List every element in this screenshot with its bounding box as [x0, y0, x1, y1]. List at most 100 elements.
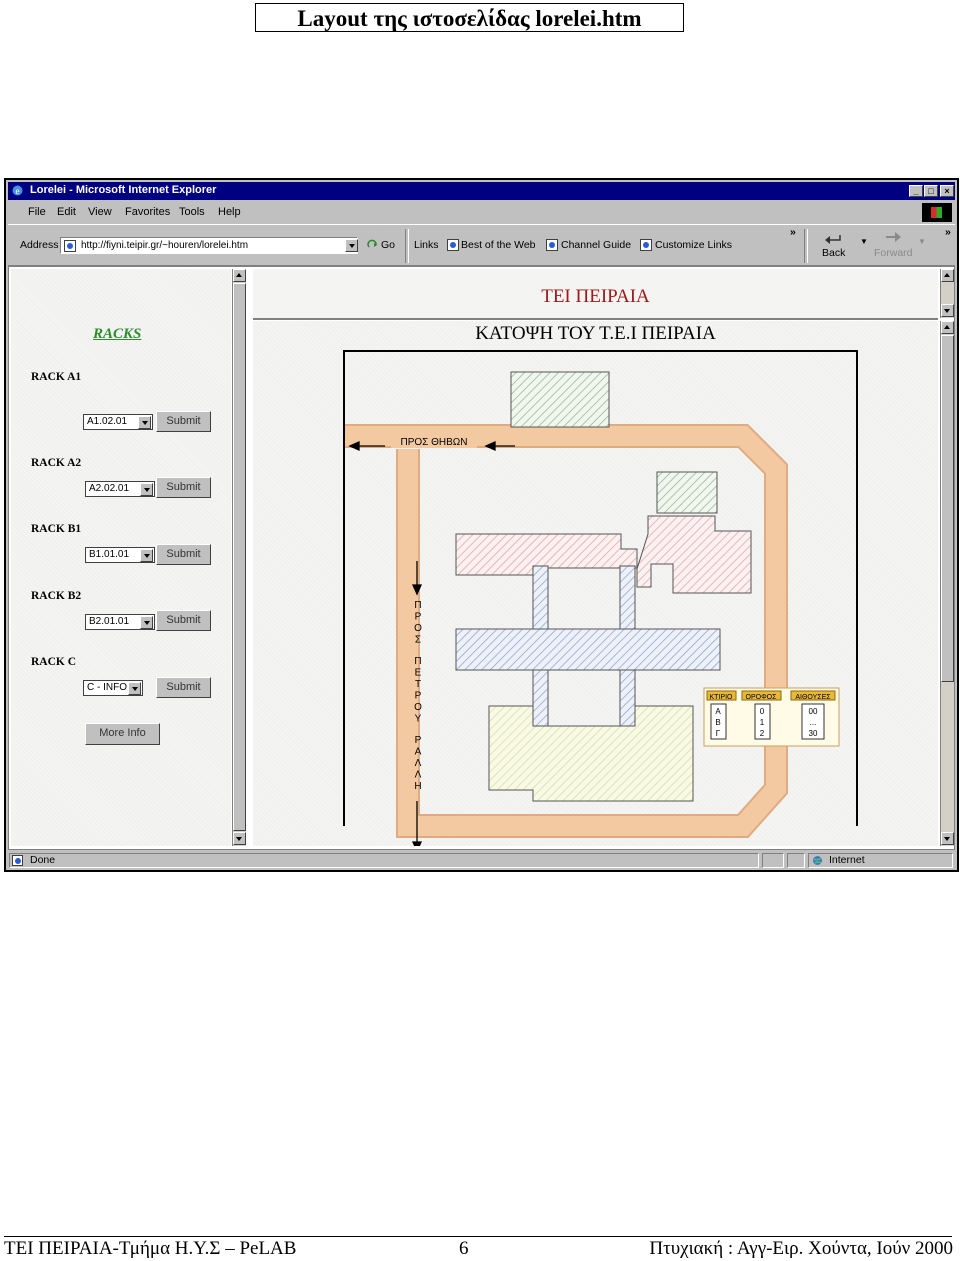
legend-value: ...	[810, 718, 817, 727]
road-label-letter: Υ	[415, 714, 422, 725]
forward-arrow-icon	[886, 232, 901, 242]
status-cell	[762, 853, 784, 868]
banner-scrollbar[interactable]	[940, 269, 954, 318]
scroll-thumb[interactable]	[233, 283, 246, 831]
legend-value: 30	[809, 729, 818, 738]
legend-header-rooms: ΑΙΘΟΥΣΕΣ	[795, 694, 831, 701]
link-best-of-web[interactable]: Best of the Web	[461, 239, 536, 251]
minimize-button[interactable]: _	[909, 185, 923, 197]
scroll-down-icon[interactable]	[233, 832, 246, 845]
link-page-icon	[546, 239, 558, 251]
status-cell	[787, 853, 805, 868]
back-button[interactable]: Back	[822, 247, 845, 259]
rack-b2-select[interactable]: B2.01.01	[85, 614, 155, 630]
road-label-letter: Σ	[415, 635, 421, 646]
road-label-letter: Τ	[415, 679, 421, 690]
ie-logo-icon: e	[12, 185, 23, 196]
menu-help[interactable]: Help	[218, 206, 241, 218]
rack-c-value: C - INFO	[87, 682, 127, 693]
title-bar[interactable]: e Lorelei - Microsoft Internet Explorer …	[8, 182, 955, 200]
map-frame-scrollbar[interactable]	[940, 321, 954, 846]
scroll-up-icon[interactable]	[941, 321, 954, 334]
address-input[interactable]: http://fiyni.teipir.gr/~houren/lorelei.h…	[60, 237, 358, 254]
status-bar: Done Internet	[8, 852, 955, 869]
menu-tools[interactable]: Tools	[179, 206, 205, 218]
chevron-down-icon	[138, 416, 151, 429]
address-toolbar: Address http://fiyni.teipir.gr/~houren/l…	[8, 224, 955, 266]
footer-left: ΤΕΙ ΠΕΙΡΑΙΑ-Τμήμα Η.Υ.Σ – PeLAB	[4, 1238, 297, 1259]
forward-dropdown-icon: ▼	[918, 237, 926, 246]
map-frame: ΚΑΤΟΨΗ ΤΟΥ Τ.Ε.Ι ΠΕΙΡΑΙΑ ΠΡΟΣ ΘΗΒΩΝ Π Ρ …	[253, 321, 938, 846]
rack-a1-value: A1.02.01	[87, 416, 128, 427]
menu-file[interactable]: File	[28, 206, 46, 218]
rack-a2-select[interactable]: A2.02.01	[85, 481, 155, 497]
legend-value: Β	[715, 718, 720, 727]
legend-value: Γ	[716, 729, 721, 738]
scroll-up-icon[interactable]	[233, 269, 246, 282]
windows-logo-icon	[922, 203, 952, 222]
road-label-letter: Ο	[414, 623, 422, 634]
chevron-down-icon	[140, 616, 153, 629]
scroll-thumb[interactable]	[941, 335, 954, 682]
address-value: http://fiyni.teipir.gr/~houren/lorelei.h…	[81, 240, 249, 251]
chevron-down-icon	[128, 682, 141, 695]
status-text-cell: Done	[9, 853, 759, 868]
page-icon	[12, 855, 23, 866]
link-channel-guide[interactable]: Channel Guide	[561, 239, 631, 251]
building-yellow	[488, 705, 694, 802]
road-label-letter: Ρ	[415, 612, 422, 623]
footer-right: Πτυχιακή : Αγγ-Ειρ. Χούντα, Ιούν 2000	[649, 1238, 953, 1259]
rack-b2-value: B2.01.01	[89, 616, 130, 627]
rack-c-submit-button[interactable]: Submit	[156, 677, 211, 698]
menu-view[interactable]: View	[88, 206, 112, 218]
left-frame-scrollbar[interactable]	[232, 269, 246, 846]
forward-button: Forward	[874, 247, 913, 259]
rack-a1-select[interactable]: A1.02.01	[83, 414, 153, 430]
rack-b1-label: RACK B1	[31, 523, 82, 535]
building-red	[636, 515, 752, 594]
campus-map: ΠΡΟΣ ΘΗΒΩΝ ΠΡΟΣΠΕΤΡΟΥΡΑΛΛΗ ΚΤΙΡΙΟ ΟΡΟΦΟΣ…	[343, 350, 858, 846]
rack-a2-submit-button[interactable]: Submit	[156, 477, 211, 498]
browser-window: e Lorelei - Microsoft Internet Explorer …	[4, 178, 959, 872]
road-label-letter: Α	[415, 747, 422, 758]
toolbar-chevron[interactable]: »	[945, 226, 951, 238]
rack-b1-value: B1.01.01	[89, 549, 130, 560]
go-button[interactable]: Go	[381, 239, 395, 251]
maximize-button[interactable]: □	[924, 185, 938, 197]
toolbar-separator	[405, 229, 409, 263]
rack-b1-select[interactable]: B1.01.01	[85, 547, 155, 563]
road-label-thebes: ΠΡΟΣ ΘΗΒΩΝ	[401, 437, 468, 448]
rack-a2-label: RACK A2	[31, 457, 82, 469]
page-icon	[64, 240, 76, 252]
page-number: 6	[459, 1238, 469, 1259]
menu-bar: File Edit View Favorites Tools Help	[8, 202, 955, 222]
rack-b2-submit-button[interactable]: Submit	[156, 610, 211, 631]
address-dropdown-button[interactable]	[345, 239, 358, 252]
tei-title: ΤΕΙ ΠΕΙΡΑΙΑ	[541, 286, 650, 307]
menu-edit[interactable]: Edit	[57, 206, 76, 218]
close-button[interactable]: ×	[940, 185, 954, 197]
document-title: Layout της ιστοσελίδας lorelei.htm	[255, 3, 684, 32]
rack-c-select[interactable]: C - INFO	[83, 680, 143, 696]
links-chevron[interactable]: »	[790, 226, 796, 238]
rack-a1-submit-button[interactable]: Submit	[156, 411, 211, 432]
back-dropdown-icon[interactable]: ▼	[860, 237, 868, 246]
more-info-button[interactable]: More Info	[85, 723, 160, 745]
racks-heading: RACKS	[93, 326, 142, 342]
chevron-down-icon	[140, 483, 153, 496]
building-green	[510, 371, 610, 428]
go-arrow-icon[interactable]	[367, 239, 379, 251]
footer-rule	[4, 1236, 952, 1237]
road-label-letter: Ρ	[415, 691, 422, 702]
globe-icon	[813, 856, 822, 865]
scroll-up-icon[interactable]	[941, 269, 954, 282]
legend-value: 0	[760, 707, 765, 716]
rack-b1-submit-button[interactable]: Submit	[156, 544, 211, 565]
scroll-down-icon[interactable]	[941, 832, 954, 845]
racks-frame: RACKS RACK A1 A1.02.01 Submit RACK A2 A2…	[11, 269, 231, 846]
back-arrow-icon[interactable]	[823, 231, 843, 245]
legend-header-floor: ΟΡΟΦΟΣ	[746, 694, 778, 701]
scroll-down-icon[interactable]	[941, 304, 954, 317]
menu-favorites[interactable]: Favorites	[125, 206, 170, 218]
link-customize-links[interactable]: Customize Links	[655, 239, 732, 251]
